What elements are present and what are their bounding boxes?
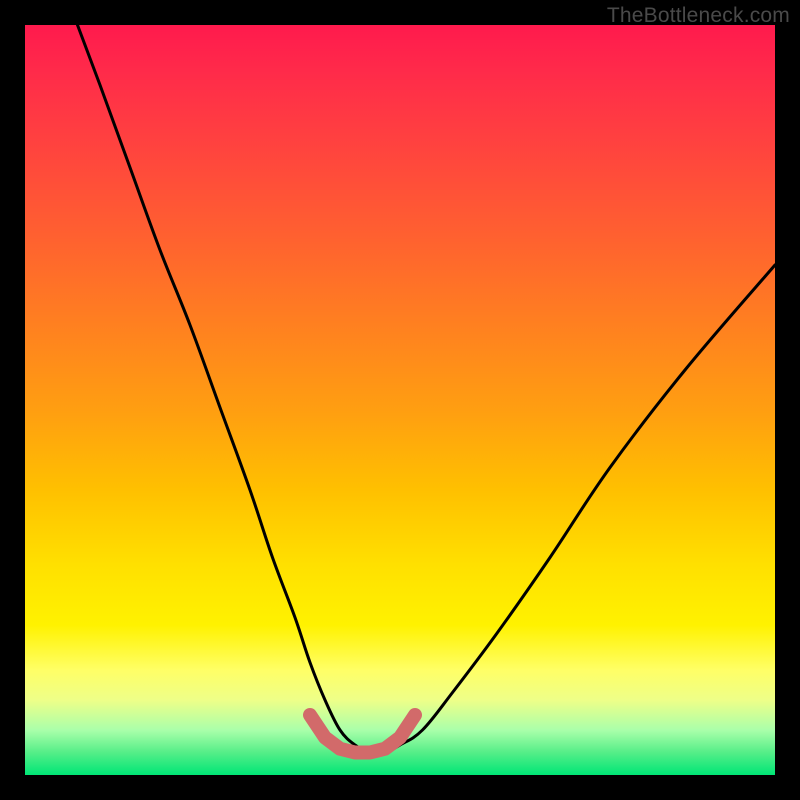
plot-area [25, 25, 775, 775]
chart-frame: TheBottleneck.com [0, 0, 800, 800]
main-curve-path [78, 25, 776, 754]
watermark-text: TheBottleneck.com [607, 4, 790, 28]
curve-svg [25, 25, 775, 775]
